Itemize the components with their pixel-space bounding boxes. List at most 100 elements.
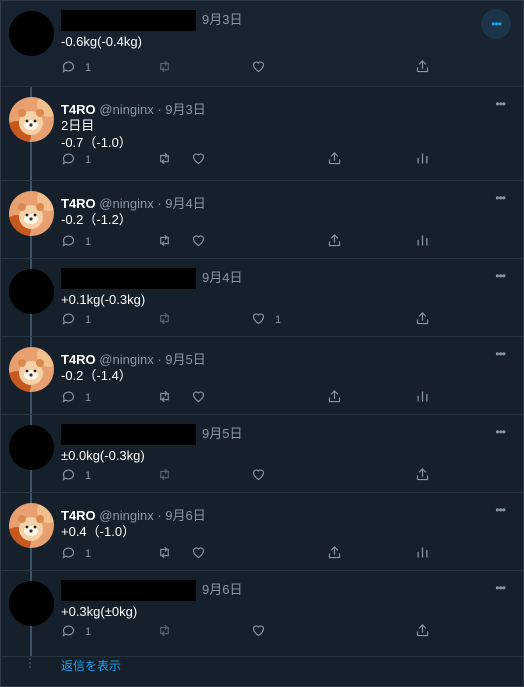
share-button[interactable] bbox=[327, 151, 342, 169]
reply-button[interactable]: 1 bbox=[61, 233, 91, 251]
share-button[interactable] bbox=[415, 311, 430, 329]
user-name[interactable]: T4RO bbox=[61, 196, 96, 211]
reply-icon bbox=[61, 151, 76, 169]
tweet-date[interactable]: 9月3日 bbox=[165, 102, 205, 117]
analytics-button[interactable] bbox=[415, 389, 430, 407]
analytics-button[interactable] bbox=[415, 545, 430, 563]
user-name[interactable]: T4RO bbox=[61, 102, 96, 117]
tweet-date[interactable]: 9月3日 bbox=[202, 12, 242, 27]
more-options-button[interactable]: ••• bbox=[495, 503, 506, 517]
reply-button[interactable]: 1 bbox=[61, 545, 91, 563]
tweet-actions: 1 bbox=[61, 59, 501, 79]
share-button[interactable] bbox=[327, 233, 342, 251]
user-handle[interactable]: @ninginx bbox=[99, 196, 153, 211]
more-options-button[interactable]: ••• bbox=[495, 97, 506, 111]
retweet-icon bbox=[157, 545, 172, 563]
avatar[interactable] bbox=[9, 503, 54, 548]
heart-icon bbox=[191, 151, 206, 169]
reply-button[interactable]: 1 bbox=[61, 389, 91, 407]
more-options-button[interactable]: ••• bbox=[495, 581, 506, 595]
tweet-date[interactable]: 9月4日 bbox=[202, 270, 242, 285]
like-button[interactable]: 1 bbox=[251, 311, 281, 329]
avatar[interactable] bbox=[9, 425, 54, 470]
tweet[interactable]: 9月3日 -0.6kg(-0.4kg) ••• 1 bbox=[1, 1, 523, 87]
redacted-user-name bbox=[61, 580, 196, 602]
avatar[interactable] bbox=[9, 11, 54, 56]
reply-button[interactable]: 1 bbox=[61, 311, 91, 329]
avatar[interactable] bbox=[9, 581, 54, 626]
tweet-actions: 1 bbox=[61, 389, 501, 409]
more-horizontal-icon: ••• bbox=[495, 425, 506, 439]
tweet-date[interactable]: 9月6日 bbox=[165, 508, 205, 523]
like-button[interactable] bbox=[191, 151, 215, 169]
more-options-button[interactable]: ••• bbox=[495, 269, 506, 283]
redacted-user-name bbox=[61, 10, 196, 32]
share-button[interactable] bbox=[415, 623, 430, 641]
analytics-button[interactable] bbox=[415, 151, 430, 169]
avatar[interactable] bbox=[9, 191, 54, 236]
like-button[interactable] bbox=[191, 389, 215, 407]
tweet[interactable]: T4RO @ninginx · 9月4日 -0.2（-1.2） ••• 1 bbox=[1, 181, 523, 259]
share-icon bbox=[327, 545, 342, 563]
retweet-icon bbox=[157, 311, 172, 329]
tweet-text-line: -0.2（-1.2） bbox=[61, 212, 132, 227]
more-options-button[interactable]: ••• bbox=[495, 347, 506, 361]
retweet-button[interactable] bbox=[157, 233, 172, 251]
tweet-date[interactable]: 9月5日 bbox=[202, 426, 242, 441]
heart-icon bbox=[251, 59, 266, 77]
tweet-text-line: +0.3kg(±0kg) bbox=[61, 604, 138, 619]
user-handle[interactable]: @ninginx bbox=[99, 102, 153, 117]
user-handle[interactable]: @ninginx bbox=[99, 508, 153, 523]
tweet[interactable]: T4RO @ninginx · 9月3日 2日目 -0.7（-1.0） ••• 1 bbox=[1, 87, 523, 181]
retweet-button[interactable] bbox=[157, 389, 172, 407]
retweet-button[interactable] bbox=[157, 151, 172, 169]
retweet-button[interactable] bbox=[157, 59, 172, 77]
reply-button[interactable]: 1 bbox=[61, 467, 91, 485]
share-icon bbox=[327, 233, 342, 251]
avatar[interactable] bbox=[9, 347, 54, 392]
tweet-date[interactable]: 9月4日 bbox=[165, 196, 205, 211]
tweet[interactable]: 9月6日 +0.3kg(±0kg) ••• 1 bbox=[1, 571, 523, 657]
reply-button[interactable]: 1 bbox=[61, 151, 91, 169]
share-button[interactable] bbox=[327, 389, 342, 407]
more-horizontal-icon: ••• bbox=[495, 347, 506, 361]
share-button[interactable] bbox=[415, 467, 430, 485]
reply-button[interactable]: 1 bbox=[61, 59, 91, 77]
reply-count: 1 bbox=[85, 236, 92, 248]
tweet[interactable]: T4RO @ninginx · 9月6日 +0.4（-1.0） ••• 1 bbox=[1, 493, 523, 571]
share-icon bbox=[415, 623, 430, 641]
tweet[interactable]: 9月5日 ±0.0kg(-0.3kg) ••• 1 bbox=[1, 415, 523, 493]
share-button[interactable] bbox=[415, 59, 430, 77]
user-name[interactable]: T4RO bbox=[61, 352, 96, 367]
like-button[interactable] bbox=[191, 545, 215, 563]
more-options-button[interactable]: ••• bbox=[495, 425, 506, 439]
avatar[interactable] bbox=[9, 269, 54, 314]
more-horizontal-icon: ••• bbox=[495, 503, 506, 517]
tweet[interactable]: 9月4日 +0.1kg(-0.3kg) ••• 1 1 bbox=[1, 259, 523, 337]
retweet-icon bbox=[157, 623, 172, 641]
tweet-header: T4RO @ninginx · 9月3日 bbox=[61, 102, 206, 117]
reply-button[interactable]: 1 bbox=[61, 623, 91, 641]
retweet-button[interactable] bbox=[157, 311, 172, 329]
show-replies-link[interactable]: 返信を表示 bbox=[61, 657, 121, 674]
tweet[interactable]: T4RO @ninginx · 9月5日 -0.2（-1.4） ••• 1 bbox=[1, 337, 523, 415]
user-handle[interactable]: @ninginx bbox=[99, 352, 153, 367]
avatar[interactable] bbox=[9, 97, 54, 142]
like-button[interactable] bbox=[251, 623, 275, 641]
more-options-button[interactable]: ••• bbox=[481, 9, 511, 39]
user-name[interactable]: T4RO bbox=[61, 508, 96, 523]
tweet-date[interactable]: 9月6日 bbox=[202, 582, 242, 597]
retweet-button[interactable] bbox=[157, 545, 172, 563]
tweet-text: +0.3kg(±0kg) bbox=[61, 603, 137, 620]
reply-icon bbox=[61, 545, 76, 563]
like-button[interactable] bbox=[191, 233, 215, 251]
share-button[interactable] bbox=[327, 545, 342, 563]
analytics-button[interactable] bbox=[415, 233, 430, 251]
retweet-button[interactable] bbox=[157, 467, 172, 485]
more-options-button[interactable]: ••• bbox=[495, 191, 506, 205]
tweet-date[interactable]: 9月5日 bbox=[165, 352, 205, 367]
tweet-header: 9月6日 bbox=[61, 579, 242, 602]
retweet-button[interactable] bbox=[157, 623, 172, 641]
like-button[interactable] bbox=[251, 59, 275, 77]
like-button[interactable] bbox=[251, 467, 275, 485]
